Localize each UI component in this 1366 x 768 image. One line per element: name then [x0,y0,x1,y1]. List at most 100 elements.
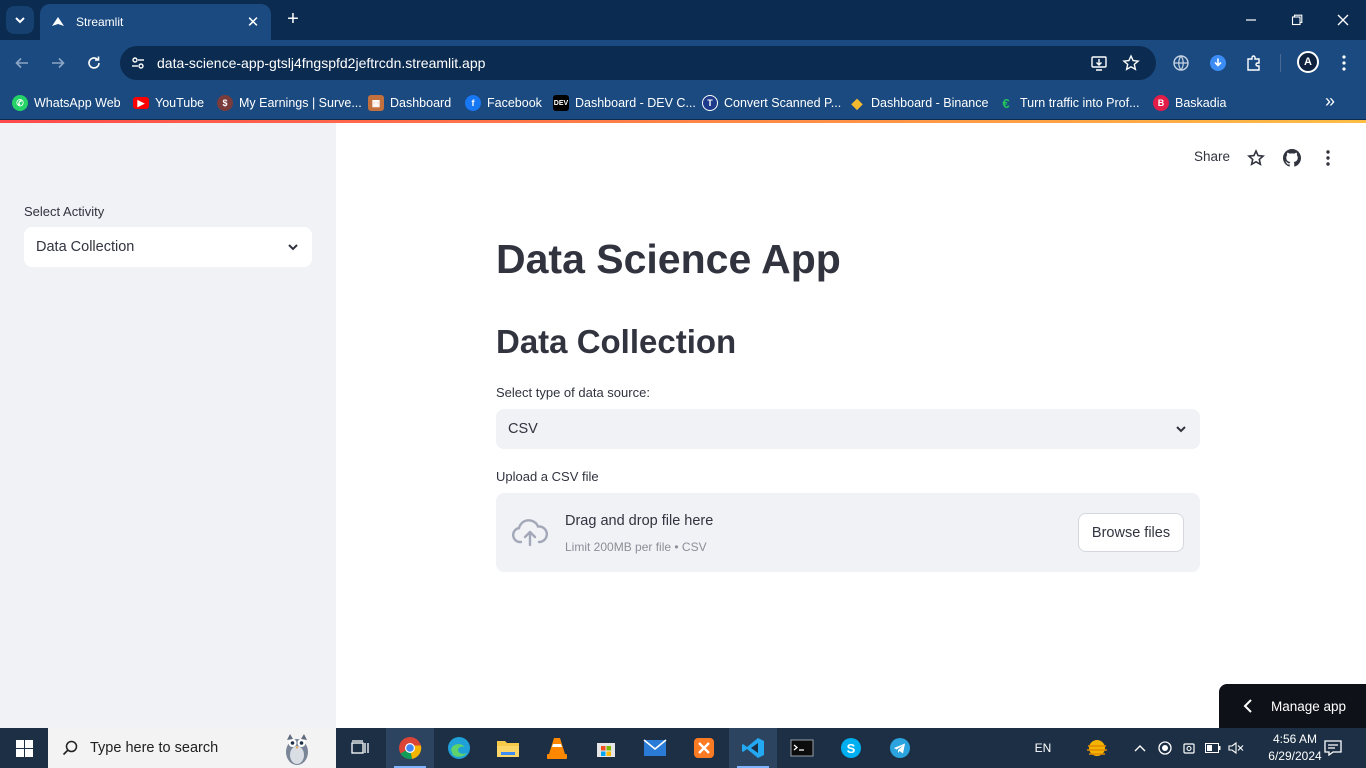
file-uploader-dropzone[interactable]: Drag and drop file here Limit 200MB per … [496,493,1200,572]
chevron-down-icon [1174,422,1188,436]
puzzle-icon [1247,55,1260,71]
activity-select[interactable]: Data Collection [24,227,312,267]
bookmark-dashboard[interactable]: ▦ Dashboard [368,93,451,113]
extension-download-button[interactable] [1207,52,1229,74]
show-hidden-icons-button[interactable] [1130,728,1150,768]
globe-icon [1173,55,1189,71]
taskbar-microsoft-store[interactable] [582,728,630,768]
browse-files-button[interactable]: Browse files [1078,513,1184,552]
tray-battery[interactable] [1203,728,1223,768]
address-bar[interactable]: data-science-app-gtslj4fngspfd2jeftrcdn.… [120,46,1156,80]
data-source-select-value: CSV [508,421,538,437]
search-placeholder: Type here to search [90,740,219,756]
close-icon [1337,14,1349,26]
edge-icon [448,737,470,759]
favorite-star-button[interactable] [1246,148,1266,168]
tray-record-indicator[interactable] [1155,728,1175,768]
bookmark-binance[interactable]: ◆ Dashboard - Binance [849,93,989,113]
notifications-button[interactable] [1320,728,1346,768]
bookmark-star-button[interactable] [1121,53,1141,73]
restore-icon [1291,14,1303,26]
search-highlight-owl-icon [286,734,308,765]
browser-tab-active[interactable]: Streamlit ✕ [40,4,271,40]
tune-icon [132,57,144,69]
minimize-button[interactable] [1228,0,1274,40]
taskbar-mail[interactable] [631,728,679,768]
browser-menu-button[interactable] [1333,52,1355,74]
vscode-icon [742,738,764,758]
taskbar-chrome[interactable] [386,728,434,768]
bookmark-convert-scanned[interactable]: T Convert Scanned P... [702,93,841,113]
chevron-left-icon [1243,699,1253,713]
bookmark-youtube[interactable]: ▶ YouTube [133,93,204,113]
section-title: Data Collection [496,323,737,360]
notification-icon [1324,740,1342,756]
taskbar-terminal[interactable] [778,728,826,768]
bookmark-label: Dashboard [390,96,452,110]
bookmark-whatsapp[interactable]: ✆ WhatsApp Web [12,93,121,113]
windows-logo-icon [15,739,33,757]
binance-icon: ◆ [851,94,863,111]
forward-button[interactable] [45,50,71,76]
tray-volume[interactable] [1226,728,1246,768]
tray-meet-now[interactable] [1179,728,1199,768]
extension-globe-button[interactable] [1170,52,1192,74]
taskbar-edge[interactable] [435,728,483,768]
main-content: Share Data Science App Data Collection S… [336,123,1366,728]
weather-widget[interactable] [1080,728,1114,768]
taskbar-skype[interactable]: S [827,728,875,768]
download-circle-icon [1210,55,1226,71]
extensions-button[interactable] [1243,52,1265,74]
terminal-icon [790,739,814,757]
data-source-select[interactable]: CSV [496,409,1200,449]
new-tab-button[interactable]: + [282,8,304,32]
whatsapp-icon: ✆ [12,95,28,111]
mail-icon [643,739,667,756]
share-button[interactable]: Share [1194,149,1230,164]
taskbar: Type here to search S EN 4:56 AM 6/29/20… [0,728,1366,768]
github-button[interactable] [1282,148,1302,168]
traffic-icon: € [1002,95,1010,111]
upload-limit-text: Limit 200MB per file • CSV [565,540,707,554]
close-window-button[interactable] [1320,0,1366,40]
restore-button[interactable] [1274,0,1320,40]
activity-select-value: Data Collection [36,239,135,255]
bookmark-turn-traffic[interactable]: € Turn traffic into Prof... [998,93,1139,113]
chevron-down-icon [15,17,25,24]
profile-avatar[interactable]: A [1297,51,1319,73]
app-menu-button[interactable] [1318,148,1338,168]
search-icon [62,740,78,756]
store-icon [597,743,615,757]
reload-button[interactable] [81,50,107,76]
tab-close-icon[interactable]: ✕ [245,13,261,31]
reload-icon [88,56,100,69]
folder-icon [497,741,519,757]
start-button[interactable] [0,728,48,768]
bookmark-dev[interactable]: DEV Dashboard - DEV C... [553,93,696,113]
taskbar-telegram[interactable] [876,728,924,768]
more-bookmarks-button[interactable]: » [1318,90,1342,114]
url-text[interactable]: data-science-app-gtslj4fngspfd2jeftrcdn.… [157,55,485,71]
back-button[interactable] [9,50,35,76]
install-app-button[interactable] [1089,53,1109,73]
bookmark-facebook[interactable]: f Facebook [465,93,542,113]
bookmark-my-earnings[interactable]: $ My Earnings | Surve... [217,93,362,113]
taskbar-search-box[interactable]: Type here to search [48,728,336,768]
drag-drop-text: Drag and drop file here [565,513,714,529]
site-info-button[interactable] [128,53,148,73]
bookmark-label: Dashboard - Binance [871,96,989,110]
bookmark-label: WhatsApp Web [34,96,121,110]
taskbar-vscode[interactable] [729,728,777,768]
browser-tab-strip: Streamlit ✕ + [0,0,1366,40]
arrow-left-icon [15,57,28,69]
bookmark-baskadia[interactable]: B Baskadia [1153,93,1226,113]
star-outline-icon [1247,149,1265,166]
github-icon [1283,149,1301,167]
taskbar-vlc[interactable] [533,728,581,768]
task-view-button[interactable] [336,728,384,768]
tab-search-button[interactable] [6,6,34,34]
taskbar-xampp[interactable] [680,728,728,768]
manage-app-button[interactable]: Manage app [1219,684,1366,728]
taskbar-file-explorer[interactable] [484,728,532,768]
language-indicator[interactable]: EN [1030,728,1056,768]
